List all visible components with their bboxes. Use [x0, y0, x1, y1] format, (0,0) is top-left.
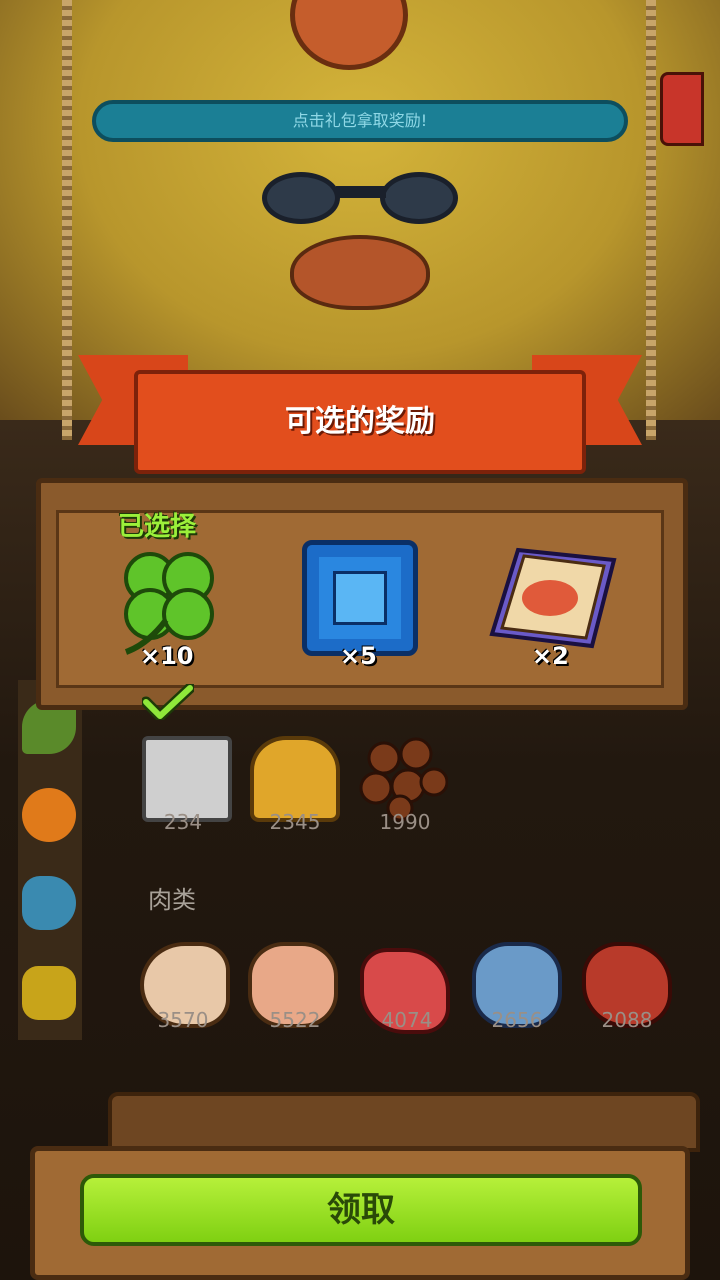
footer-shelf — [108, 1092, 700, 1152]
reward-option-scroll[interactable] — [488, 542, 618, 654]
claim-button[interactable]: 领取 — [80, 1174, 642, 1246]
check-icon — [140, 682, 196, 722]
creature-goggle-left — [262, 172, 340, 224]
tip-bar: 点击礼包拿取奖励! — [92, 100, 628, 142]
gift-box-icon[interactable] — [660, 72, 704, 146]
goggle-bridge — [336, 186, 386, 198]
category-heading: 肉类 — [148, 886, 196, 914]
inventory-count: 234 — [163, 810, 203, 834]
selected-label: 已选择 — [118, 512, 197, 542]
inventory-count: 5522 — [269, 1008, 321, 1032]
reward-banner-title: 可选的奖励 — [134, 370, 586, 474]
rope-right — [646, 0, 656, 440]
reward-quantity: ×10 — [140, 642, 194, 670]
fish-icon[interactable] — [22, 876, 76, 930]
creature-beak — [290, 235, 430, 310]
inventory-count: 2345 — [269, 810, 321, 834]
recipe-scroll-icon — [489, 547, 617, 649]
inventory-count: 3570 — [157, 1008, 209, 1032]
inventory-count: 2656 — [491, 1008, 543, 1032]
reward-option-gem[interactable] — [302, 540, 418, 656]
inventory-count: 1990 — [379, 810, 431, 834]
orange-icon[interactable] — [22, 788, 76, 842]
rope-left — [62, 0, 72, 440]
inventory-count: 2088 — [601, 1008, 653, 1032]
reward-quantity: ×5 — [340, 642, 377, 670]
creature-goggle-right — [380, 172, 458, 224]
blue-gem-icon — [333, 571, 387, 625]
reward-quantity: ×2 — [532, 642, 569, 670]
wheat-icon[interactable] — [22, 966, 76, 1020]
inventory-count: 4074 — [381, 1008, 433, 1032]
